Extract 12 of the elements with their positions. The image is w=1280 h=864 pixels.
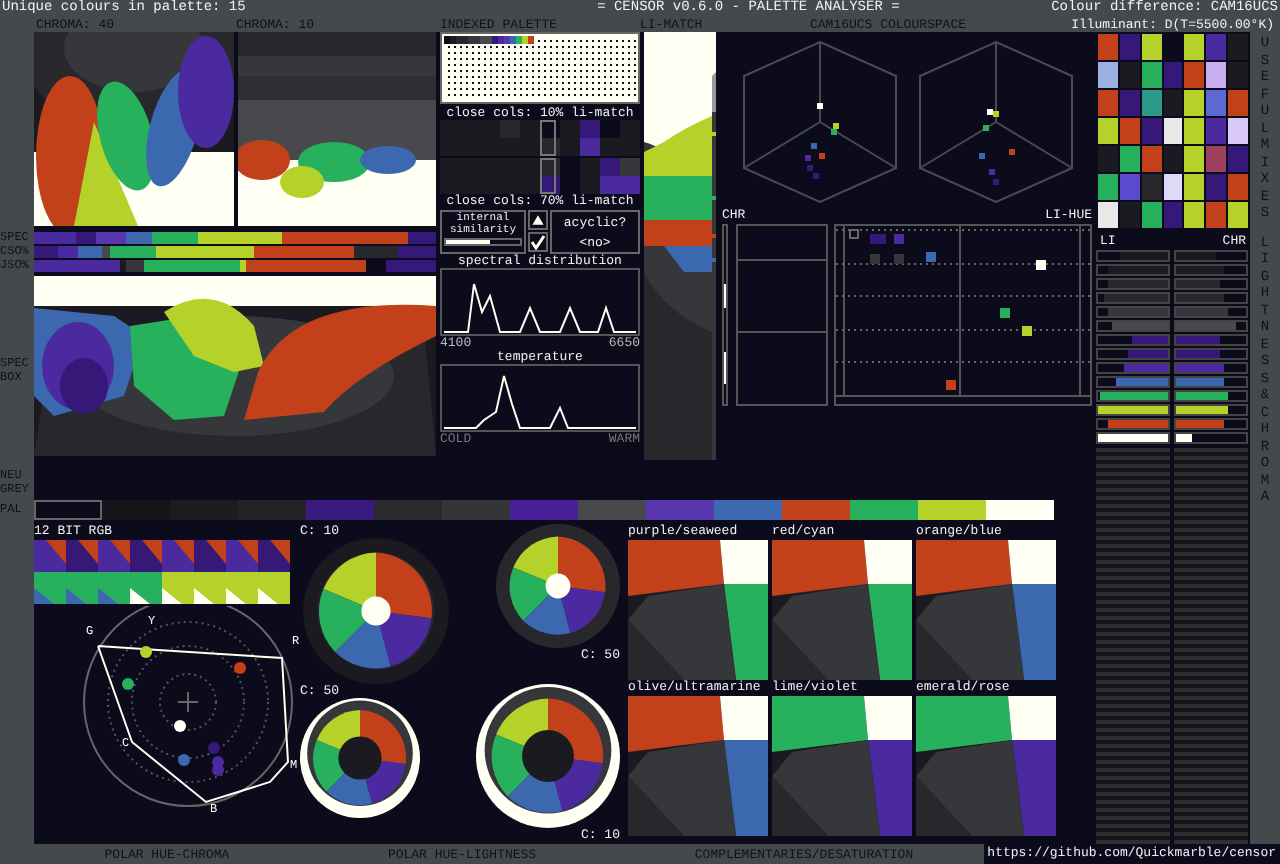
polar-lightness-disc (300, 698, 420, 818)
complementary-mix-drawing (772, 540, 912, 680)
complementary-mix-drawing (628, 696, 768, 836)
similarity-slider[interactable] (444, 238, 522, 246)
complementary-mix-drawing (916, 696, 1056, 836)
polar-lightness-disc (476, 684, 620, 828)
acyclic-checkbox[interactable] (528, 232, 548, 252)
complementary-mix-drawing (916, 540, 1056, 680)
checkmark-icon (530, 234, 546, 250)
complementary-mix-drawing (628, 540, 768, 680)
complementary-mix-drawing (772, 696, 912, 836)
polar-lightness-disc (496, 524, 620, 648)
